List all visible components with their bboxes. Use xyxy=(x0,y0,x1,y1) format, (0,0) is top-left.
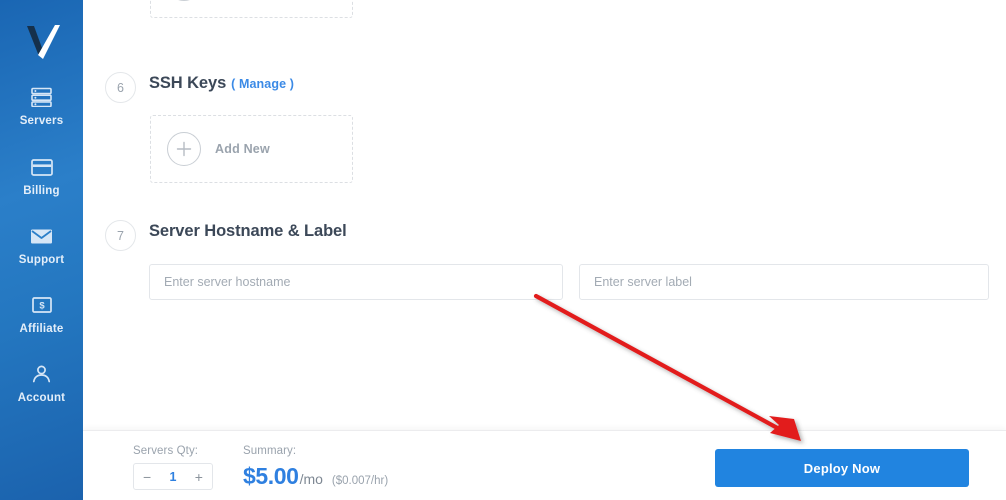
section-title: SSH Keys ( Manage ) xyxy=(149,74,294,93)
server-label-input[interactable] xyxy=(579,264,989,300)
summary-label: Summary: xyxy=(243,445,297,457)
sidebar-item-billing[interactable]: Billing xyxy=(0,156,83,198)
sidebar-item-account[interactable]: Account xyxy=(0,363,83,405)
sidebar-item-servers[interactable]: Servers xyxy=(0,86,83,128)
section-title-text: SSH Keys xyxy=(149,74,227,92)
qty-decrement-button[interactable]: − xyxy=(143,470,151,484)
plus-circle-icon xyxy=(167,132,201,166)
main-content: Add New 6 SSH Keys ( Manage ) Add New 7 S… xyxy=(83,0,1006,430)
sidebar-item-label: Account xyxy=(17,392,66,404)
vultr-check-logo xyxy=(26,25,60,59)
price-hourly: ($0.007/hr) xyxy=(331,475,389,487)
price-monthly: $5.00 xyxy=(243,463,299,489)
deploy-server-page: Servers Billing Support $ Affiliate Acco… xyxy=(0,0,1006,500)
server-hostname-input[interactable] xyxy=(149,264,563,300)
step-number-badge: 7 xyxy=(105,220,136,251)
sidebar-item-affiliate[interactable]: $ Affiliate xyxy=(0,294,83,336)
qty-increment-button[interactable]: + xyxy=(195,470,203,484)
section-title: Server Hostname & Label xyxy=(149,222,347,240)
add-new-ssh-key-box[interactable]: Add New xyxy=(150,115,353,183)
credit-card-icon xyxy=(30,156,53,178)
sidebar-item-support[interactable]: Support xyxy=(0,225,83,267)
qty-value: 1 xyxy=(169,469,177,484)
server-stack-icon xyxy=(31,86,52,108)
sidebar-item-label: Servers xyxy=(19,115,64,127)
deploy-now-button[interactable]: Deploy Now xyxy=(715,449,969,487)
step-number-badge: 6 xyxy=(105,72,136,103)
banknote-dollar-icon: $ xyxy=(31,294,52,316)
summary-block: Summary: $5.00 /mo ($0.007/hr) xyxy=(243,445,388,490)
manage-ssh-keys-link[interactable]: ( Manage ) xyxy=(231,77,294,91)
svg-text:$: $ xyxy=(39,301,45,312)
price-period: /mo xyxy=(299,471,323,487)
sidebar-item-label: Support xyxy=(18,254,65,266)
sidebar-item-label: Affiliate xyxy=(19,323,64,335)
sidebar-logo[interactable] xyxy=(0,16,83,66)
servers-qty-block: Servers Qty: − 1 + xyxy=(133,445,213,490)
servers-qty-label: Servers Qty: xyxy=(133,445,199,457)
envelope-icon xyxy=(30,225,53,247)
sidebar: Servers Billing Support $ Affiliate Acco… xyxy=(0,0,83,500)
servers-qty-stepper[interactable]: − 1 + xyxy=(133,463,213,490)
user-person-icon xyxy=(32,363,51,385)
plus-circle-icon xyxy=(167,0,201,1)
bottom-summary-bar: Servers Qty: − 1 + Summary: $5.00 /mo ($… xyxy=(83,430,1006,500)
add-new-box-partial[interactable]: Add New xyxy=(150,0,353,18)
add-new-label: Add New xyxy=(215,142,270,156)
sidebar-item-label: Billing xyxy=(23,185,60,197)
price-row: $5.00 /mo ($0.007/hr) xyxy=(243,463,388,490)
